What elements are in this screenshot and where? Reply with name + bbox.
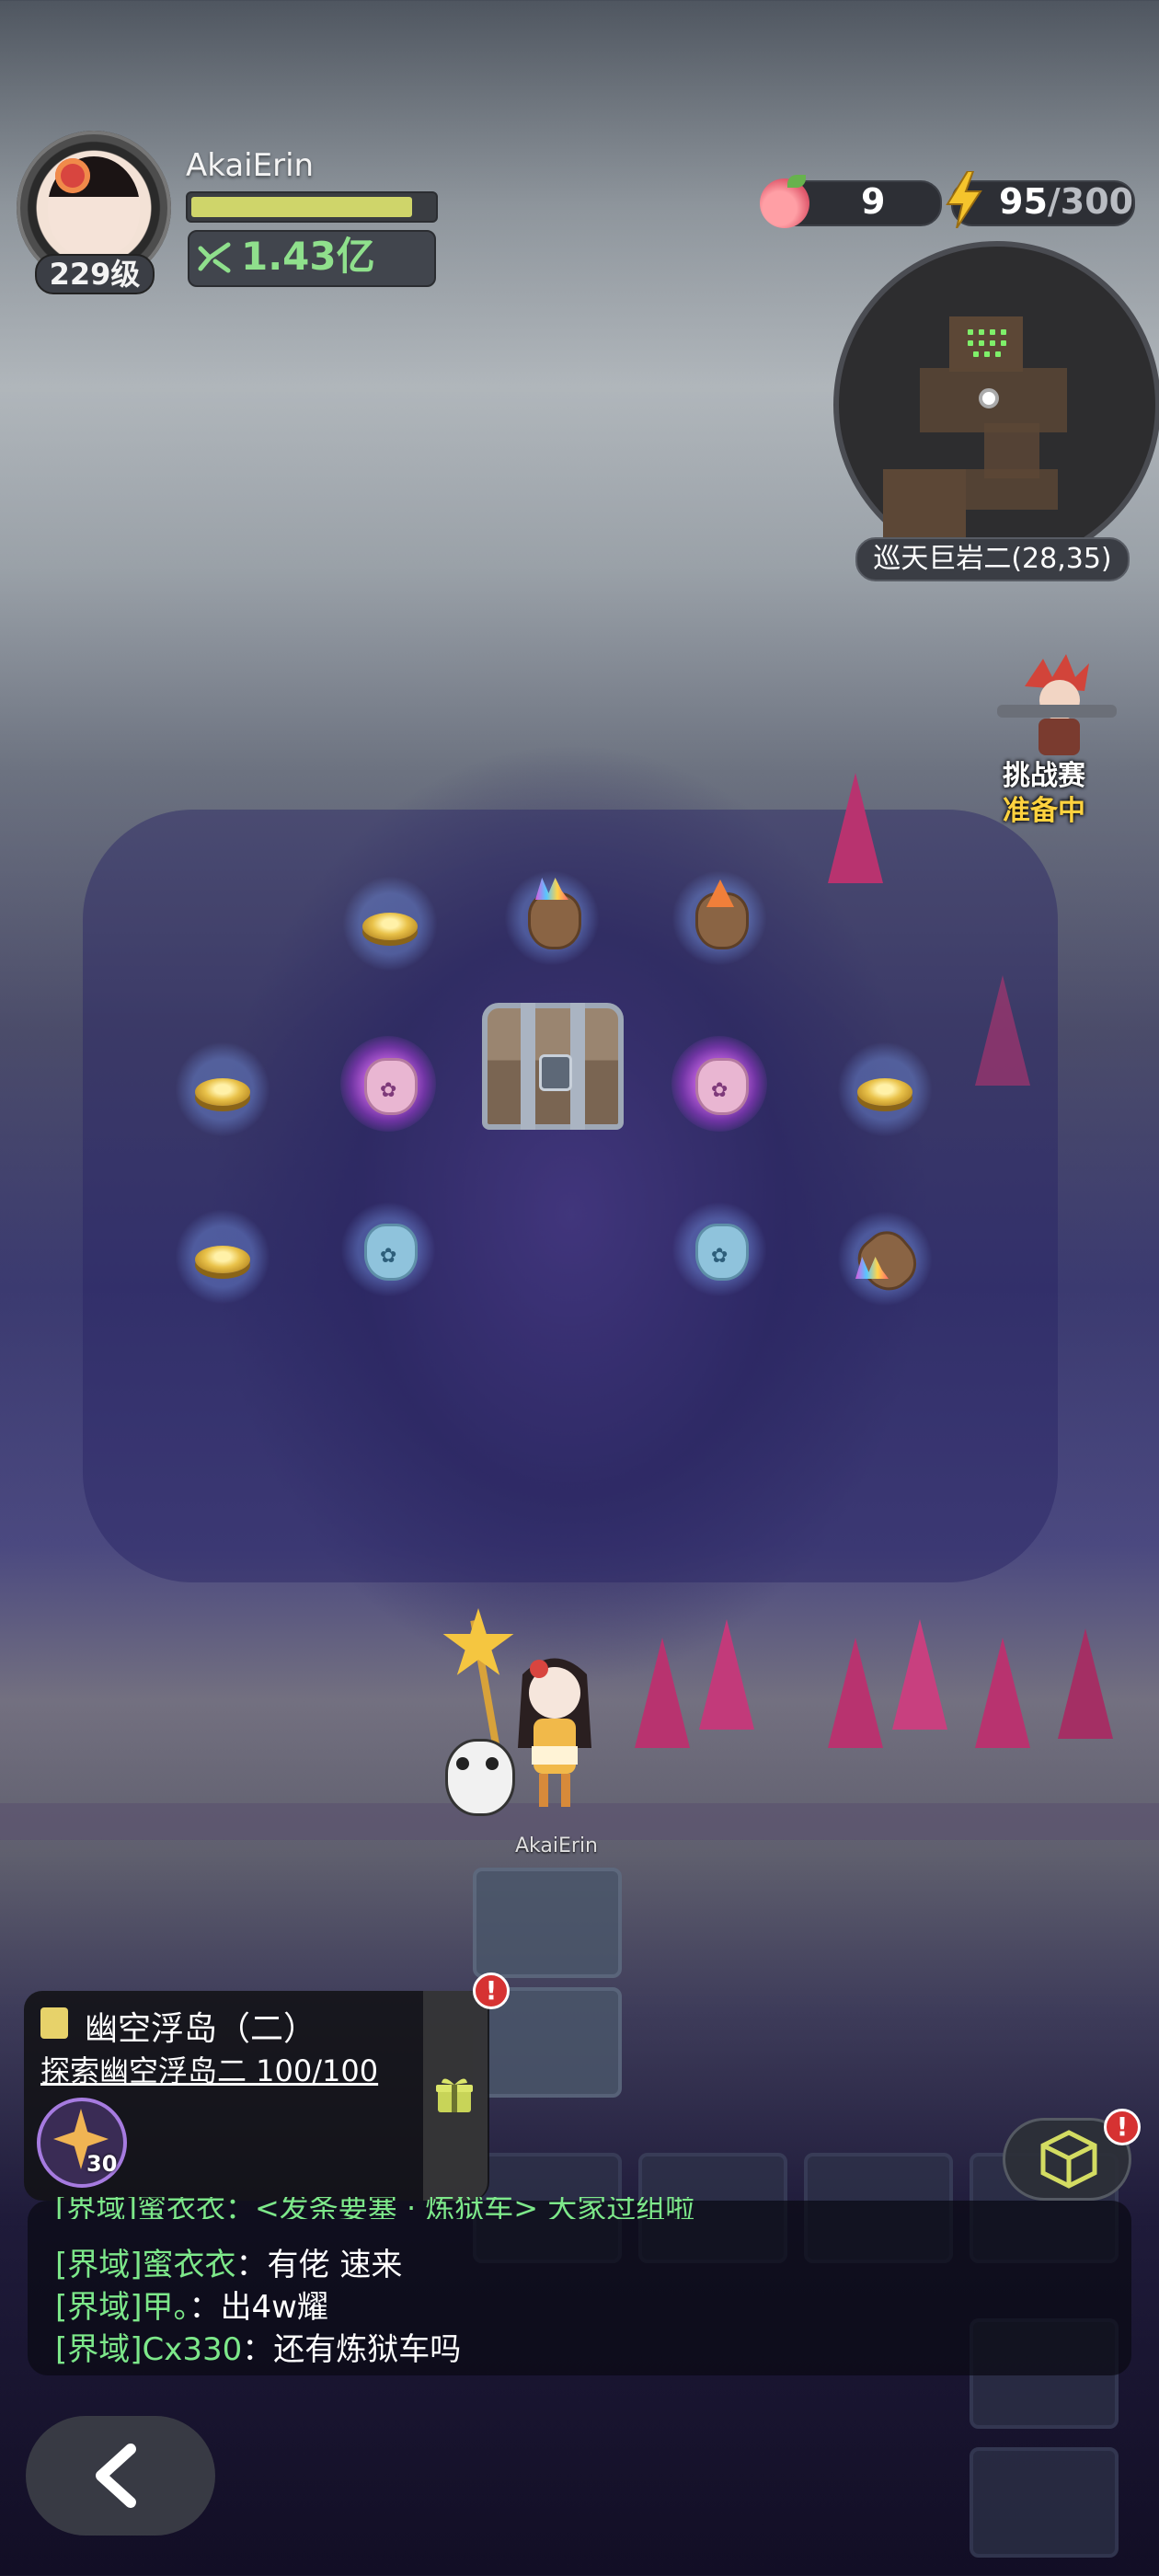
player-level-badge: 229级 — [35, 254, 155, 294]
task-list-icon — [40, 2007, 68, 2039]
minimap-marker — [1001, 329, 1006, 335]
chat-channel-tag: [界域]Cx330 — [55, 2331, 243, 2368]
minimap-marker — [968, 340, 973, 346]
chat-line: [界域]Cx330：还有炼狱车吗 — [55, 2324, 461, 2369]
pink-tree — [828, 1638, 883, 1748]
chat-line-partial: [界域]蜜衣衣：<发条要塞 · 炼狱车> 大家过组啦 — [55, 2197, 695, 2219]
loot-gold-coins[interactable] — [342, 876, 438, 972]
pink-tree — [635, 1638, 690, 1748]
cube-alert-badge: ! — [1104, 2109, 1141, 2145]
quest-title: 幽空浮岛（二） — [85, 2010, 317, 2048]
minimap-marker — [968, 329, 973, 335]
minimap-marker — [990, 340, 995, 346]
gift-icon[interactable] — [434, 2074, 475, 2114]
chat-channel-tag: [界域]蜜衣衣 — [55, 2247, 236, 2283]
reward-count: 30 — [86, 2151, 118, 2177]
loot-gold-coins[interactable] — [175, 1209, 270, 1305]
peach-count: 9 — [861, 181, 886, 222]
chat-message: ：出4w耀 — [189, 2289, 328, 2326]
energy-display: 95/300 — [999, 180, 1133, 223]
fist-icon — [198, 242, 231, 273]
chat-line: [界域]甲。：出4w耀 — [55, 2282, 328, 2327]
quest-description[interactable]: 探索幽空浮岛二 100/100 — [40, 2048, 378, 2090]
loot-paw-bag-blue[interactable]: ✿ — [671, 1202, 767, 1297]
energy-current: 95 — [999, 181, 1048, 222]
panda-eye — [486, 1757, 499, 1770]
pink-tree — [892, 1619, 947, 1730]
chest-band — [521, 1003, 535, 1130]
peach-icon — [760, 178, 809, 228]
cube-icon — [1040, 2130, 1097, 2189]
panda-pet — [445, 1739, 515, 1816]
pink-tree — [975, 975, 1030, 1086]
loot-spilled-gem-sack[interactable] — [837, 1211, 933, 1306]
combat-power-value: 1.43亿 — [241, 234, 375, 279]
loot-paw-bag-blue[interactable]: ✿ — [340, 1202, 436, 1297]
panda-eye — [456, 1757, 469, 1770]
loot-gem-sack[interactable] — [504, 870, 600, 966]
chat-line: [界域]蜜衣衣：有佬 速来 — [55, 2239, 402, 2284]
quest-alert-badge: ! — [473, 1972, 510, 2009]
player-hp-bar — [186, 191, 438, 223]
minimap-marker — [990, 329, 995, 335]
map-location-label: 巡天巨岩二(28,35) — [855, 537, 1130, 581]
minimap-marker — [979, 340, 984, 346]
minimap-marker — [984, 351, 990, 357]
minimap-marker — [995, 351, 1001, 357]
back-arrow-icon — [96, 2444, 136, 2508]
chest-band — [570, 1003, 585, 1130]
player-name: AkaiErin — [186, 147, 315, 184]
chat-channel-tag: [界域]甲。 — [55, 2289, 189, 2326]
challenge-status: 准备中 — [1003, 795, 1085, 827]
chest-lock-icon — [539, 1054, 572, 1091]
pink-tree — [1058, 1628, 1113, 1739]
minimap-player-marker — [979, 388, 999, 408]
chat-message: ：有佬 速来 — [235, 2247, 403, 2283]
pink-tree — [699, 1619, 754, 1730]
pink-tree — [828, 773, 883, 883]
loot-gold-coins[interactable] — [175, 1041, 270, 1137]
minimap-marker — [979, 329, 984, 335]
stone-tile — [970, 2447, 1119, 2558]
minimap-marker — [1001, 340, 1006, 346]
loot-gold-coins[interactable] — [837, 1041, 933, 1137]
lightning-icon — [946, 171, 982, 228]
energy-max: /300 — [1047, 181, 1134, 222]
avatar-flower-ornament — [55, 158, 90, 193]
loot-paw-bag-purple[interactable]: ✿ — [340, 1036, 436, 1132]
minimap-terrain — [883, 469, 966, 537]
loot-crystal-pot[interactable] — [671, 870, 767, 966]
loot-paw-bag-purple[interactable]: ✿ — [671, 1036, 767, 1132]
player-hp-fill — [191, 197, 412, 217]
stone-tile — [473, 1868, 622, 1978]
pink-tree — [975, 1638, 1030, 1748]
minimap-marker — [973, 351, 979, 357]
hero-character[interactable] — [504, 1647, 605, 1812]
minimap-terrain — [966, 469, 1058, 510]
chat-message: ：还有炼狱车吗 — [242, 2331, 462, 2368]
hero-name-label: AkaiErin — [515, 1834, 598, 1857]
challenge-event-icon[interactable] — [988, 650, 1126, 760]
minimap-terrain — [949, 316, 1023, 372]
